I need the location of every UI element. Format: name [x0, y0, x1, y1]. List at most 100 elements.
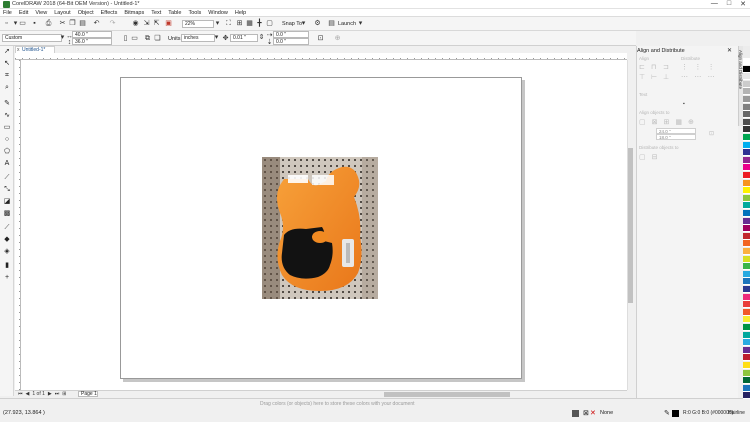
palette-swatch[interactable] — [743, 263, 750, 271]
search-content-icon[interactable]: ◉ — [132, 20, 139, 27]
horizontal-ruler[interactable] — [15, 53, 627, 60]
distribute-page-icon[interactable]: ⊟ — [652, 153, 658, 161]
palette-swatch[interactable] — [743, 103, 750, 111]
palette-swatch[interactable] — [743, 293, 750, 301]
last-page-icon[interactable]: ⏭ — [55, 391, 60, 397]
menu-edit[interactable]: Edit — [19, 9, 28, 16]
palette-swatch[interactable] — [743, 248, 750, 255]
palette-swatch[interactable] — [743, 339, 750, 347]
guidelines-icon[interactable]: ╋ — [256, 20, 263, 27]
palette-swatch[interactable] — [743, 324, 750, 331]
first-page-icon[interactable]: ⏮ — [18, 391, 23, 397]
palette-swatch[interactable] — [743, 149, 750, 157]
distribute-middle-icon[interactable]: ⋯ — [694, 73, 707, 83]
align-bottom-icon[interactable]: ⊥ — [663, 73, 675, 83]
vertical-scroll-thumb[interactable] — [628, 148, 633, 303]
page-edge-icon[interactable]: ⊠ — [652, 118, 658, 126]
text-tool-icon[interactable]: A — [3, 160, 11, 168]
menu-window[interactable]: Window — [208, 9, 228, 16]
interactive-fill-icon[interactable]: ◆ — [3, 236, 11, 244]
page-size-select[interactable]: Custom — [2, 34, 62, 42]
palette-swatch[interactable] — [743, 362, 750, 369]
palette-swatch[interactable] — [743, 172, 750, 179]
palette-swatch[interactable] — [743, 65, 750, 73]
zoom-dropdown-icon[interactable]: ▾ — [214, 20, 221, 27]
palette-swatch[interactable] — [743, 179, 750, 187]
artistic-media-icon[interactable]: ∿ — [3, 112, 11, 120]
zoom-tool-icon[interactable]: ⌕ — [3, 84, 11, 92]
current-page-icon[interactable]: ❏ — [154, 35, 161, 42]
palette-swatch[interactable] — [743, 255, 750, 263]
page-height-field[interactable]: 36.0 " — [72, 38, 112, 45]
print-icon[interactable]: ⎙ — [45, 20, 52, 27]
palette-swatch[interactable] — [743, 73, 750, 81]
palette-swatch[interactable] — [743, 316, 750, 324]
align-center-h-icon[interactable]: ⊓ — [651, 63, 663, 73]
page-size-dropdown-icon[interactable]: ▾ — [59, 34, 66, 41]
fill-none-icon[interactable]: ⊠ — [583, 409, 589, 417]
guitar-body-photo[interactable] — [262, 157, 378, 299]
distribute-center-icon[interactable]: ⋮ — [694, 63, 707, 73]
add-preset-icon[interactable]: ⊕ — [334, 35, 341, 42]
palette-swatch[interactable] — [743, 392, 750, 400]
menu-text[interactable]: Text — [151, 9, 161, 16]
palette-swatch[interactable] — [743, 217, 750, 225]
ellipse-tool-icon[interactable]: ○ — [3, 136, 11, 144]
launch-label[interactable]: Launch — [338, 21, 356, 27]
dropdown-arrow-icon[interactable]: ▾ — [12, 20, 19, 27]
polygon-tool-icon[interactable]: ⬠ — [3, 148, 11, 156]
document-tab[interactable]: x Untitled-1* — [15, 46, 55, 53]
menu-effects[interactable]: Effects — [101, 9, 118, 16]
duplicate-x-field[interactable]: 0.0 " — [273, 31, 309, 38]
rectangle-tool-icon[interactable]: ▭ — [3, 124, 11, 132]
palette-swatch[interactable] — [743, 156, 750, 164]
menu-tools[interactable]: Tools — [188, 9, 201, 16]
palette-swatch[interactable] — [743, 286, 750, 293]
duplicate-y-field[interactable]: 0.0 " — [273, 38, 309, 45]
export-icon[interactable]: ⇱ — [153, 20, 160, 27]
menu-view[interactable]: View — [35, 9, 47, 16]
menu-help[interactable]: Help — [235, 9, 246, 16]
landscape-icon[interactable]: ▭ — [131, 35, 138, 42]
parallel-dimension-icon[interactable]: ⟋ — [3, 174, 11, 182]
transparency-icon[interactable]: ▩ — [3, 210, 11, 218]
nudge-distance-field[interactable]: 0.01 " — [230, 34, 258, 42]
distribute-left-icon[interactable]: ⋮ — [681, 63, 694, 73]
distribute-selection-icon[interactable]: ▢ — [639, 153, 646, 161]
palette-swatch[interactable] — [743, 308, 750, 316]
publish-pdf-icon[interactable]: ▣ — [165, 20, 172, 27]
palette-swatch[interactable] — [743, 384, 750, 392]
distribute-top-icon[interactable]: ⋯ — [681, 73, 694, 83]
align-left-icon[interactable]: ⊏ — [639, 63, 651, 73]
save-icon[interactable]: ▪ — [31, 20, 38, 27]
all-pages-icon[interactable]: ⧉ — [144, 35, 151, 42]
palette-swatch[interactable] — [743, 58, 750, 65]
drop-shadow-icon[interactable]: ◪ — [3, 198, 11, 206]
align-center-v-icon[interactable]: ⊢ — [651, 73, 663, 83]
menu-object[interactable]: Object — [78, 9, 94, 16]
palette-swatch[interactable] — [743, 194, 750, 202]
palette-swatch[interactable] — [743, 134, 750, 141]
add-page-icon[interactable]: ⊞ — [62, 391, 66, 397]
palette-swatch[interactable] — [743, 331, 750, 339]
outline-pen-status-icon[interactable]: ✎ — [664, 409, 670, 417]
shape-tool-icon[interactable]: ↖ — [3, 60, 11, 68]
grid-target-icon[interactable]: ▦ — [675, 118, 682, 126]
copy-icon[interactable]: ❐ — [69, 20, 76, 27]
palette-swatch[interactable] — [743, 210, 750, 217]
palette-swatch[interactable] — [743, 118, 750, 126]
palette-swatch[interactable] — [743, 164, 750, 172]
grid-icon[interactable]: ▦ — [246, 20, 253, 27]
align-top-icon[interactable]: ⊤ — [639, 73, 651, 83]
palette-swatch[interactable] — [743, 96, 750, 103]
pick-tool-icon[interactable]: ➚ — [3, 48, 11, 56]
crop-tool-icon[interactable]: ⌗ — [3, 72, 11, 80]
launch-icon[interactable]: ▤ — [328, 20, 335, 27]
palette-swatch[interactable] — [743, 202, 750, 210]
outline-pen-icon[interactable]: ▮ — [3, 262, 11, 270]
menu-file[interactable]: File — [3, 9, 12, 16]
palette-swatch[interactable] — [743, 377, 750, 385]
page-border-icon[interactable]: ▢ — [266, 20, 273, 27]
palette-swatch[interactable] — [743, 80, 750, 88]
palette-swatch[interactable] — [743, 354, 750, 362]
